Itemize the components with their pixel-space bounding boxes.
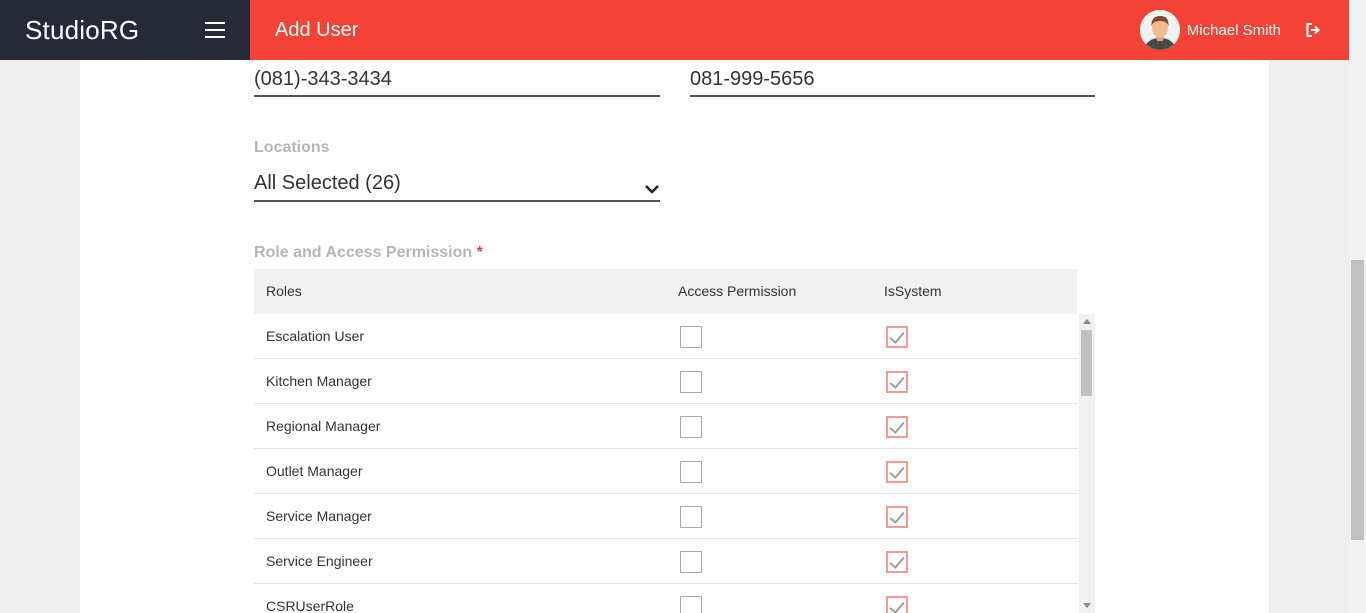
access-permission-checkbox[interactable] — [680, 551, 702, 573]
locations-select[interactable]: All Selected (26) — [254, 172, 660, 202]
table-row: Service Manager — [254, 494, 1078, 539]
column-header-access-permission: Access Permission — [678, 283, 797, 299]
menu-icon[interactable] — [205, 22, 225, 38]
form-card: (081)-343-3434 081-999-5656 Locations Al… — [80, 60, 1269, 613]
mobile-field-value[interactable]: 081-999-5656 — [690, 68, 815, 90]
phone-field[interactable]: (081)-343-3434 — [254, 68, 660, 97]
table-row: Regional Manager — [254, 404, 1078, 449]
page-scrollbar-thumb[interactable] — [1351, 260, 1364, 540]
access-permission-checkbox[interactable] — [680, 596, 702, 613]
table-row: Kitchen Manager — [254, 359, 1078, 404]
roles-label: Role and Access Permission * — [254, 244, 483, 262]
header: Add User Michael Smith — [250, 0, 1349, 60]
issystem-checkbox[interactable] — [886, 461, 908, 483]
role-name: Outlet Manager — [266, 463, 363, 479]
access-permission-checkbox[interactable] — [680, 506, 702, 528]
issystem-checkbox[interactable] — [886, 416, 908, 438]
mobile-field[interactable]: 081-999-5656 — [690, 68, 1095, 97]
table-scrollbar-thumb[interactable] — [1081, 330, 1092, 396]
role-name: Kitchen Manager — [266, 373, 372, 389]
issystem-checkbox[interactable] — [886, 506, 908, 528]
brand-name: StudioRG — [25, 14, 140, 45]
access-permission-checkbox[interactable] — [680, 416, 702, 438]
roles-label-text: Role and Access Permission — [254, 244, 473, 261]
phone-field-value[interactable]: (081)-343-3434 — [254, 68, 392, 90]
issystem-checkbox[interactable] — [886, 371, 908, 393]
brand-area: StudioRG — [0, 0, 250, 60]
required-mark: * — [476, 244, 483, 261]
column-header-roles: Roles — [266, 283, 302, 299]
table-scrollbar[interactable] — [1079, 314, 1095, 613]
roles-table-body: Escalation User Kitchen Manager Regional… — [254, 314, 1095, 613]
issystem-checkbox[interactable] — [886, 326, 908, 348]
scroll-down-arrow-icon[interactable] — [1083, 603, 1091, 608]
role-name: Escalation User — [266, 328, 365, 344]
table-row: Outlet Manager — [254, 449, 1078, 494]
user-menu[interactable]: Michael Smith — [1139, 10, 1321, 50]
column-header-issystem: IsSystem — [884, 283, 942, 299]
table-row: Service Engineer — [254, 539, 1078, 584]
top-bar: StudioRG Add User Michael Smith — [0, 0, 1349, 60]
issystem-checkbox[interactable] — [886, 596, 908, 613]
table-row: CSRUserRole — [254, 584, 1078, 613]
access-permission-checkbox[interactable] — [680, 461, 702, 483]
role-name: CSRUserRole — [266, 598, 354, 613]
table-row: Escalation User — [254, 314, 1078, 359]
issystem-checkbox[interactable] — [886, 551, 908, 573]
avatar[interactable] — [1139, 10, 1180, 50]
locations-label: Locations — [254, 139, 330, 156]
access-permission-checkbox[interactable] — [680, 326, 702, 348]
role-name: Regional Manager — [266, 418, 381, 434]
user-name[interactable]: Michael Smith — [1187, 22, 1281, 39]
role-name: Service Manager — [266, 508, 372, 524]
roles-table-header: Roles Access Permission IsSystem — [254, 269, 1077, 314]
locations-select-value[interactable]: All Selected (26) — [254, 172, 401, 194]
chevron-down-icon[interactable] — [644, 182, 660, 194]
role-name: Service Engineer — [266, 553, 373, 569]
page-scrollbar[interactable] — [1349, 0, 1366, 613]
page-title: Add User — [275, 18, 359, 41]
logout-icon[interactable] — [1305, 22, 1321, 38]
access-permission-checkbox[interactable] — [680, 371, 702, 393]
scroll-up-arrow-icon[interactable] — [1083, 319, 1091, 324]
